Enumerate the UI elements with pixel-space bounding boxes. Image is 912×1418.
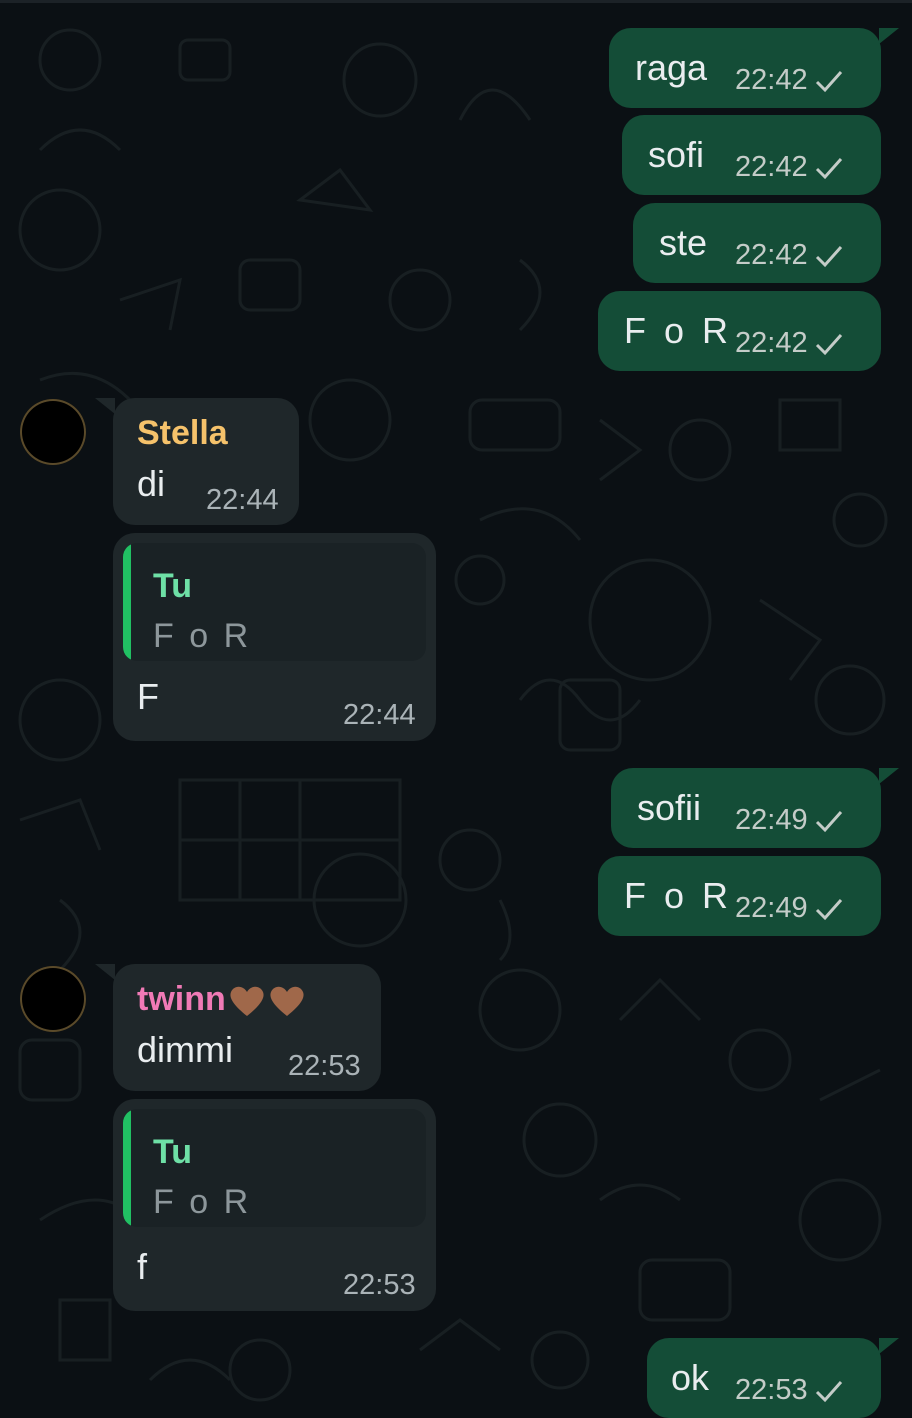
sent-check-icon bbox=[815, 333, 842, 355]
outgoing-message[interactable]: sofi 22:42 bbox=[622, 115, 881, 195]
incoming-message[interactable]: twinn dimmi 22:53 bbox=[95, 964, 381, 1091]
sender-name[interactable]: twinn bbox=[137, 980, 306, 1019]
outgoing-message[interactable]: F o R 22:42 bbox=[598, 291, 881, 371]
message-text: F o R bbox=[624, 310, 733, 351]
message-text: sofii bbox=[637, 787, 702, 828]
outgoing-message[interactable]: raga 22:42 bbox=[609, 28, 899, 108]
message-time: 22:42 bbox=[735, 327, 808, 359]
avatar[interactable] bbox=[20, 966, 86, 1032]
sent-check-icon bbox=[815, 70, 842, 92]
avatar[interactable] bbox=[20, 399, 86, 465]
outgoing-message[interactable]: ok 22:53 bbox=[647, 1338, 899, 1418]
message-text: sofi bbox=[648, 134, 705, 175]
message-text: di bbox=[137, 463, 166, 504]
message-text: F o R bbox=[624, 875, 733, 916]
message-time: 22:42 bbox=[735, 239, 808, 271]
message-text: F bbox=[137, 676, 159, 717]
message-time: 22:53 bbox=[735, 1374, 808, 1406]
outgoing-message[interactable]: F o R 22:49 bbox=[598, 856, 881, 936]
message-text: ok bbox=[671, 1357, 710, 1398]
message-text: dimmi bbox=[137, 1029, 233, 1070]
quote-accent-bar bbox=[123, 543, 131, 661]
message-time: 22:49 bbox=[735, 804, 808, 836]
brown-heart-icon bbox=[270, 986, 304, 1017]
message-time: 22:49 bbox=[735, 892, 808, 924]
outgoing-message[interactable]: ste 22:42 bbox=[633, 203, 881, 283]
message-text: raga bbox=[635, 47, 708, 88]
message-time: 22:44 bbox=[206, 484, 279, 516]
incoming-message[interactable]: Tu F o R f 22:53 bbox=[113, 1099, 436, 1311]
message-time: 22:44 bbox=[343, 699, 416, 731]
sent-check-icon bbox=[815, 810, 842, 832]
outgoing-message[interactable]: sofii 22:49 bbox=[611, 768, 899, 848]
message-time: 22:42 bbox=[735, 151, 808, 183]
sender-name-text: twinn bbox=[137, 980, 226, 1018]
sender-name[interactable]: Stella bbox=[137, 414, 228, 453]
quote-author: Tu bbox=[153, 1133, 193, 1171]
quote-text: F o R bbox=[153, 617, 252, 655]
quote-accent-bar bbox=[123, 1109, 131, 1227]
brown-heart-icon bbox=[230, 986, 264, 1017]
sent-check-icon bbox=[815, 1380, 842, 1402]
incoming-message[interactable]: Tu F o R F 22:44 bbox=[113, 533, 436, 741]
message-time: 22:53 bbox=[288, 1050, 361, 1082]
message-text: ste bbox=[659, 222, 708, 263]
sent-check-icon bbox=[815, 157, 842, 179]
quoted-message[interactable]: Tu F o R bbox=[123, 543, 426, 661]
incoming-message[interactable]: Stella di 22:44 bbox=[95, 398, 299, 525]
quote-text: F o R bbox=[153, 1183, 252, 1221]
message-time: 22:42 bbox=[735, 64, 808, 96]
quote-author: Tu bbox=[153, 567, 193, 605]
message-text: f bbox=[137, 1246, 148, 1287]
quoted-message[interactable]: Tu F o R bbox=[123, 1109, 426, 1227]
top-divider bbox=[0, 0, 912, 3]
message-time: 22:53 bbox=[343, 1269, 416, 1301]
sent-check-icon bbox=[815, 898, 842, 920]
sent-check-icon bbox=[815, 245, 842, 267]
